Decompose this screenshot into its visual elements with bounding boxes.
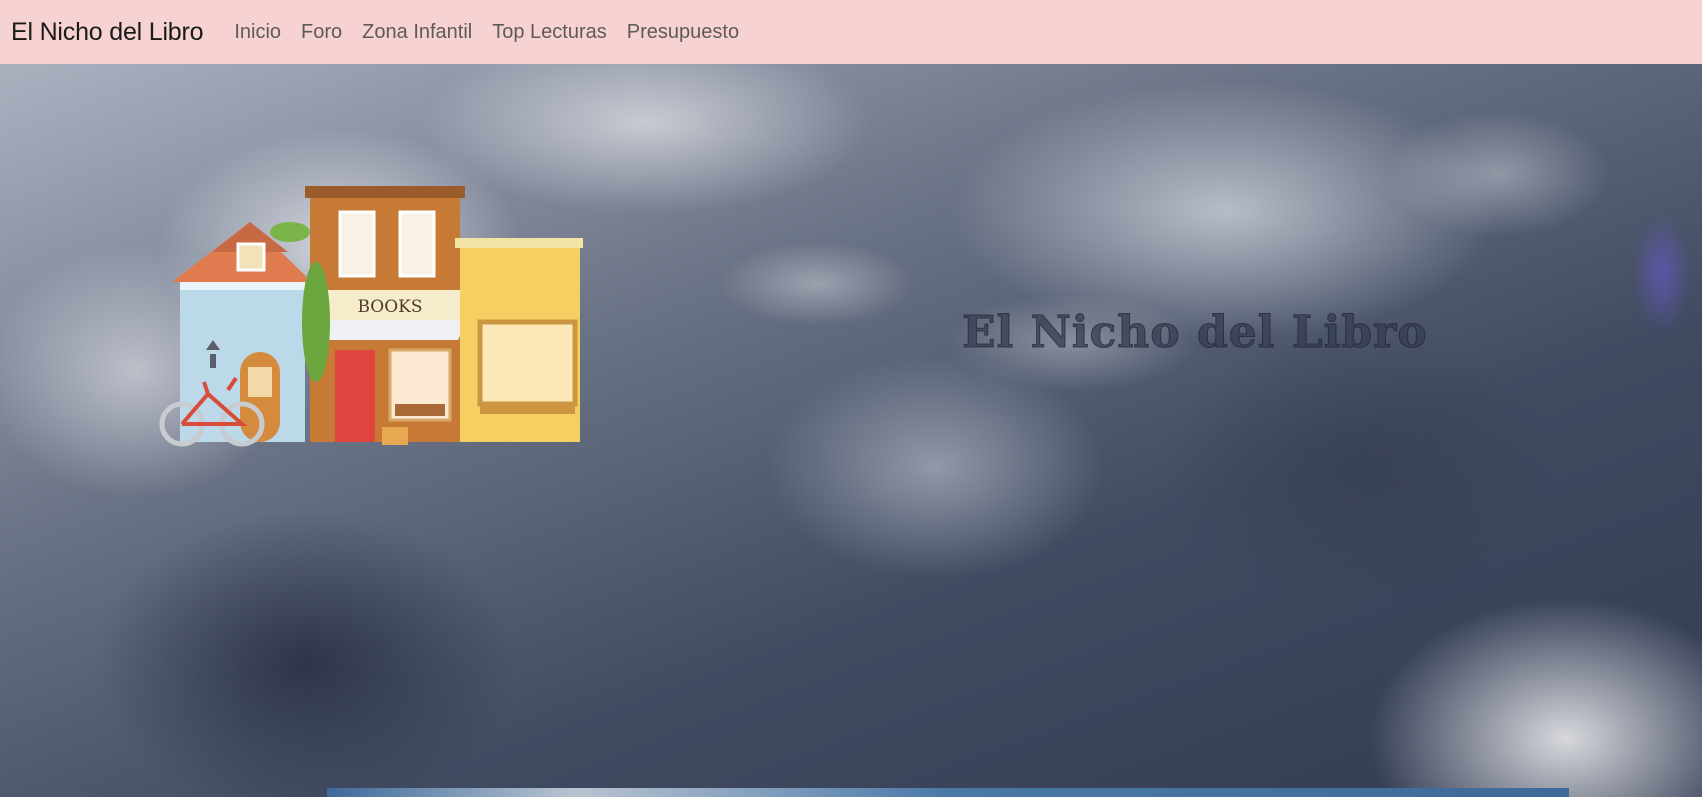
nav-link-top-lecturas[interactable]: Top Lecturas: [492, 21, 607, 44]
bookstore-illustration: BOOKS: [159, 186, 583, 447]
brand-link[interactable]: El Nicho del Libro: [11, 18, 204, 47]
hero-section: BOOKS El Nicho del Libro: [0, 64, 1702, 797]
nav-link-foro[interactable]: Foro: [301, 21, 342, 44]
nav-link-inicio[interactable]: Inicio: [234, 21, 281, 44]
hero-title: El Nicho del Libro: [962, 307, 1428, 359]
navbar: El Nicho del Libro Inicio Foro Zona Infa…: [0, 0, 1702, 64]
nav-link-presupuesto[interactable]: Presupuesto: [627, 21, 739, 44]
lens-flare: [1632, 214, 1692, 334]
nav-link-zona-infantil[interactable]: Zona Infantil: [362, 21, 472, 44]
content-section-edge: [327, 788, 1569, 797]
store-sign-text: BOOKS: [357, 297, 422, 317]
